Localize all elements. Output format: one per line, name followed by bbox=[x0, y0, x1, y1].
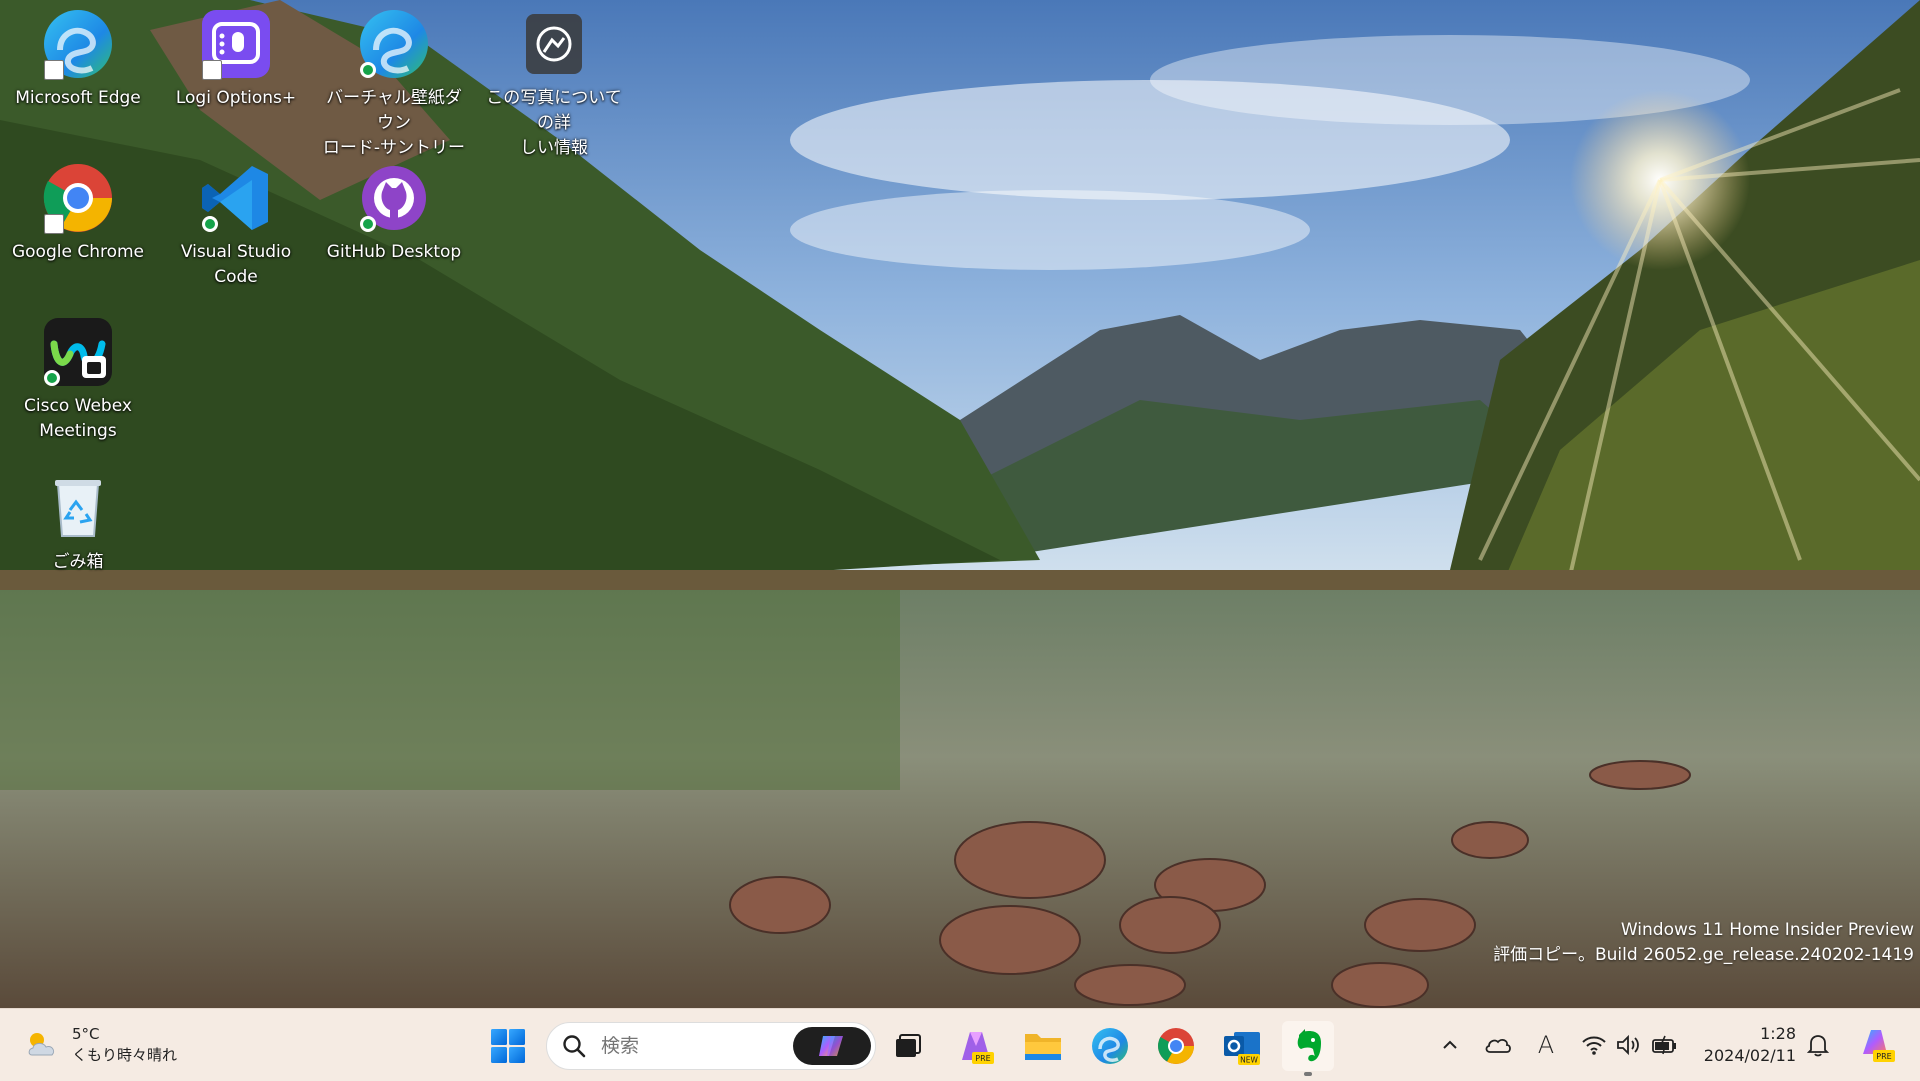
network-tray-button[interactable] bbox=[1580, 1031, 1608, 1059]
ime-icon: A bbox=[1537, 1031, 1555, 1059]
battery-tray-button[interactable] bbox=[1651, 1031, 1679, 1059]
taskbar: 5°C くもり時々晴れ 検索 PRE NEW A 1:28 2024/02/11… bbox=[0, 1008, 1920, 1081]
sync-status-icon bbox=[202, 216, 218, 232]
edge-icon bbox=[356, 6, 432, 82]
sync-status-icon bbox=[44, 370, 60, 386]
volume-tray-button[interactable] bbox=[1615, 1031, 1643, 1059]
weather-condition: くもり時々晴れ bbox=[72, 1046, 178, 1064]
onedrive-icon bbox=[1485, 1038, 1511, 1053]
taskbar-file-explorer[interactable] bbox=[1017, 1021, 1069, 1071]
watermark-edition: Windows 11 Home Insider Preview bbox=[1620, 920, 1914, 940]
notifications-button[interactable] bbox=[1804, 1031, 1832, 1059]
shortcut-arrow-icon bbox=[202, 60, 222, 80]
desktop-icon-label: バーチャル壁紙ダウン ロード-サントリー bbox=[322, 88, 466, 158]
svg-text:PRE: PRE bbox=[1876, 1052, 1891, 1061]
taskbar-search-box[interactable] bbox=[546, 1022, 876, 1070]
edge-icon bbox=[1092, 1028, 1128, 1064]
chevron-up-icon bbox=[1443, 1040, 1457, 1049]
desktop-icon-chrome[interactable]: Google Chrome bbox=[2, 160, 154, 265]
windows-build-watermark: Windows 11 Home Insider Preview 評価コピー。Bu… bbox=[1493, 918, 1914, 968]
desktop-icon-photo-info[interactable]: この写真についての詳 しい情報 bbox=[478, 6, 630, 161]
shortcut-arrow-icon bbox=[44, 60, 64, 80]
search-icon bbox=[563, 1035, 586, 1058]
vscode-icon bbox=[198, 160, 274, 236]
weather-temp: 5°C bbox=[72, 1025, 100, 1043]
start-button[interactable] bbox=[482, 1021, 534, 1071]
task-view-button[interactable] bbox=[881, 1021, 933, 1071]
github-desktop-icon bbox=[356, 160, 432, 236]
desktop-icon-recycle-bin[interactable]: ごみ箱 bbox=[2, 470, 154, 575]
desktop-icon-virtual-wallpaper[interactable]: バーチャル壁紙ダウン ロード-サントリー bbox=[318, 6, 470, 161]
camera-info-icon bbox=[516, 6, 592, 82]
recycle-bin-icon bbox=[40, 470, 116, 546]
taskbar-evernote[interactable] bbox=[1282, 1021, 1334, 1076]
task-view-icon bbox=[896, 1034, 921, 1057]
sync-status-icon bbox=[360, 216, 376, 232]
partly-cloudy-icon bbox=[28, 1033, 55, 1056]
show-hidden-icons-button[interactable] bbox=[1436, 1031, 1464, 1059]
taskbar-copilot-pre[interactable]: PRE bbox=[950, 1021, 1002, 1071]
windows-start-icon bbox=[491, 1029, 525, 1063]
desktop-icon-label: Logi Options+ bbox=[175, 88, 297, 108]
edge-icon bbox=[40, 6, 116, 82]
desktop-icon-label: Visual Studio Code bbox=[180, 242, 292, 287]
battery-icon bbox=[1652, 1035, 1676, 1055]
evernote-icon bbox=[1297, 1029, 1321, 1062]
desktop-icon-label: この写真についての詳 しい情報 bbox=[486, 88, 622, 158]
desktop-icon-github-desktop[interactable]: GitHub Desktop bbox=[318, 160, 470, 265]
desktop-icon-logi-options[interactable]: Logi Options+ bbox=[160, 6, 312, 111]
wifi-icon bbox=[1582, 1036, 1606, 1055]
copilot-pre-icon: PRE bbox=[962, 1032, 994, 1064]
search-input[interactable] bbox=[599, 1034, 793, 1058]
outlook-new-icon: NEW bbox=[1224, 1032, 1260, 1065]
running-indicator bbox=[1304, 1072, 1312, 1076]
svg-text:PRE: PRE bbox=[975, 1054, 990, 1063]
desktop-icon-label: Google Chrome bbox=[11, 242, 145, 262]
chrome-icon bbox=[40, 160, 116, 236]
bell-icon bbox=[1807, 1035, 1829, 1057]
clock[interactable]: 1:28 2024/02/11 bbox=[1700, 1023, 1796, 1067]
desktop-icon-vscode[interactable]: Visual Studio Code bbox=[160, 160, 312, 290]
svg-text:NEW: NEW bbox=[1240, 1056, 1258, 1065]
clock-date: 2024/02/11 bbox=[1703, 1046, 1796, 1065]
watermark-build: 評価コピー。Build 26052.ge_release.240202-1419 bbox=[1493, 945, 1914, 965]
copilot-icon bbox=[819, 1036, 843, 1056]
logi-options-icon bbox=[198, 6, 274, 82]
shortcut-arrow-icon bbox=[44, 214, 64, 234]
taskbar-edge[interactable] bbox=[1084, 1021, 1136, 1071]
onedrive-tray-button[interactable] bbox=[1484, 1031, 1512, 1059]
desktop-wallpaper bbox=[0, 0, 1920, 1008]
sync-status-icon bbox=[360, 62, 376, 78]
desktop-icon-label: Cisco Webex Meetings bbox=[24, 396, 132, 441]
taskbar-outlook-new[interactable]: NEW bbox=[1216, 1021, 1268, 1071]
webex-icon bbox=[40, 314, 116, 390]
copilot-search-button[interactable] bbox=[793, 1027, 871, 1065]
desktop-icon-webex[interactable]: Cisco Webex Meetings bbox=[2, 314, 154, 444]
chrome-icon bbox=[1158, 1028, 1194, 1064]
ime-mode-indicator[interactable]: A bbox=[1532, 1031, 1560, 1059]
copilot-pre-tray-button[interactable]: PRE bbox=[1856, 1025, 1896, 1065]
file-explorer-icon bbox=[1025, 1034, 1061, 1060]
desktop-icon-label: ごみ箱 bbox=[52, 552, 104, 572]
weather-widget[interactable]: 5°C くもり時々晴れ bbox=[22, 1021, 177, 1069]
taskbar-chrome[interactable] bbox=[1150, 1021, 1202, 1071]
desktop-icon-label: Microsoft Edge bbox=[15, 88, 141, 108]
copilot-pre-icon: PRE bbox=[1863, 1030, 1895, 1062]
volume-icon bbox=[1617, 1034, 1639, 1056]
desktop-icon-label: GitHub Desktop bbox=[326, 242, 462, 262]
clock-time: 1:28 bbox=[1760, 1024, 1796, 1043]
desktop-icon-edge[interactable]: Microsoft Edge bbox=[2, 6, 154, 111]
